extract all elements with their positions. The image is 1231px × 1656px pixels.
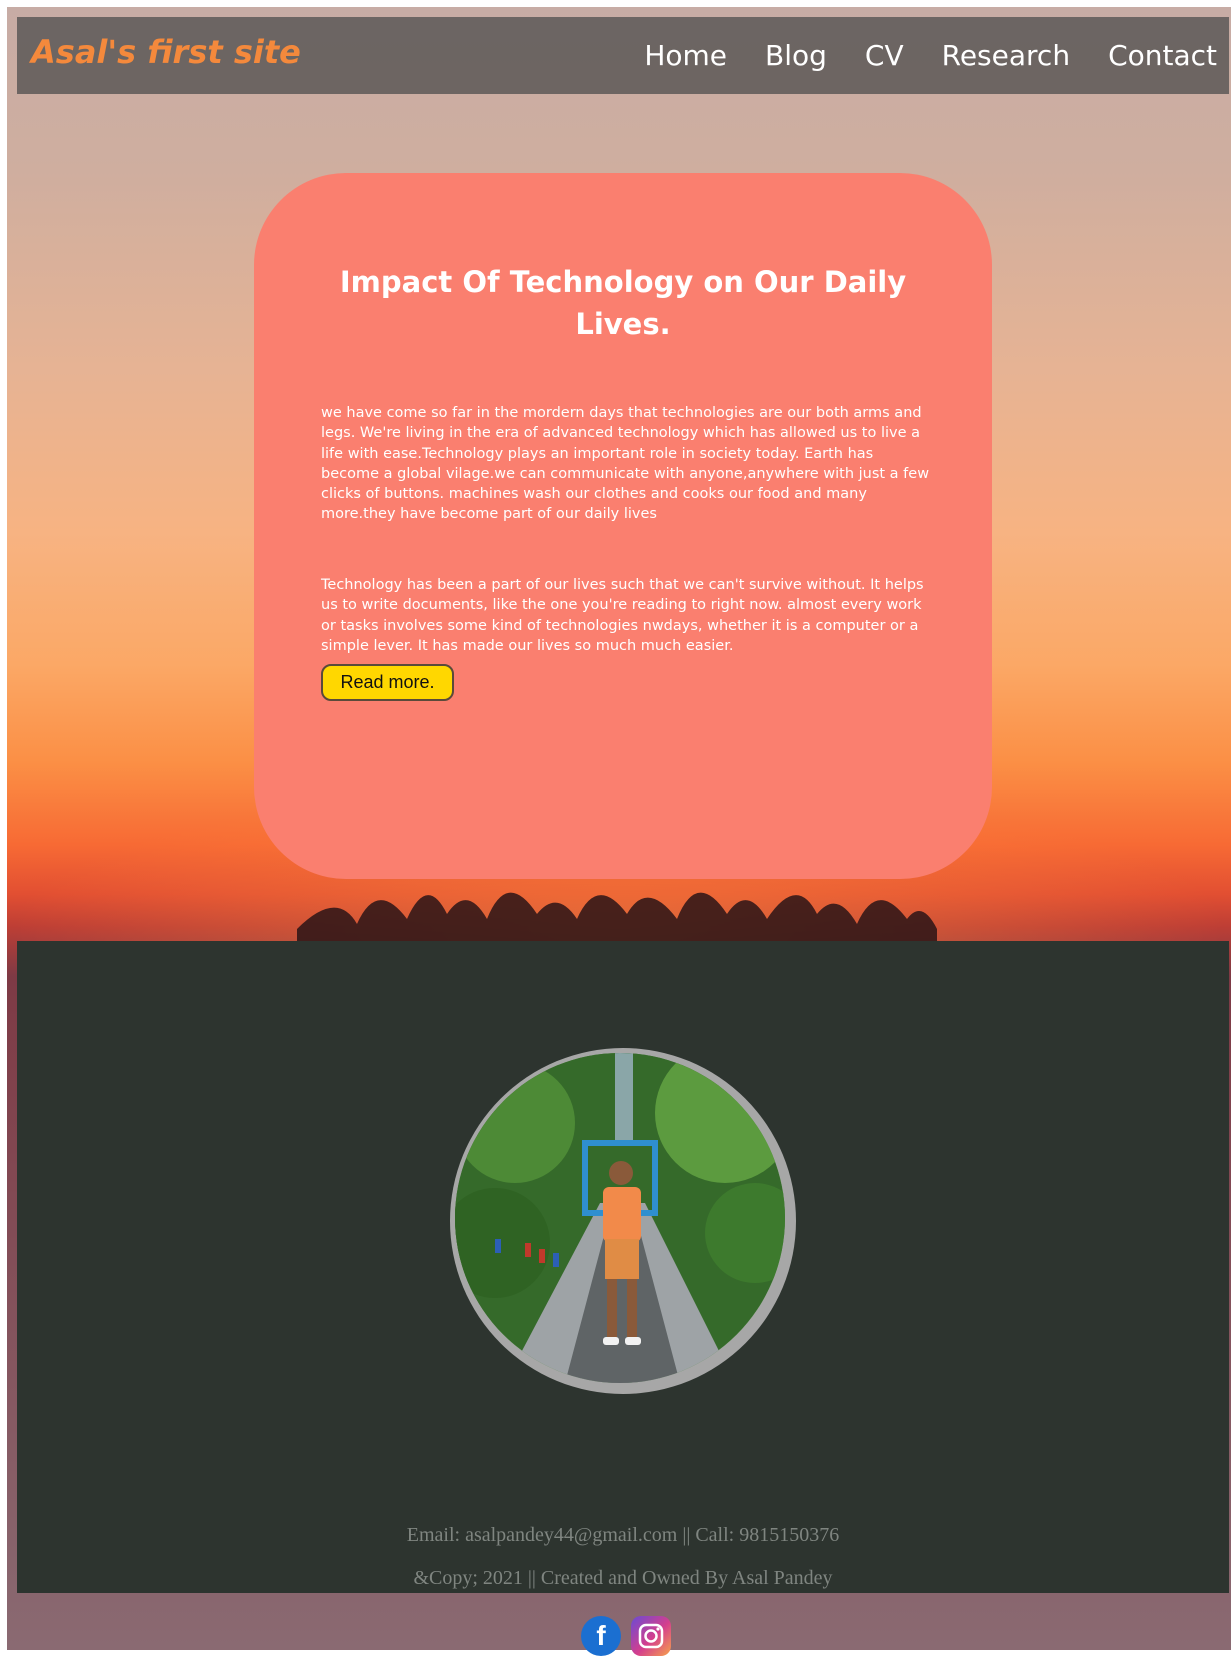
facebook-icon[interactable]: f [581, 1616, 621, 1656]
profile-photo-frame [450, 1048, 796, 1394]
article-paragraph-2: Technology has been a part of our lives … [321, 577, 924, 654]
nav-contact[interactable]: Contact [1108, 39, 1217, 72]
social-links: f [581, 1616, 671, 1656]
instagram-glyph [638, 1623, 664, 1649]
nav-home[interactable]: Home [644, 39, 727, 72]
nav-links: Home Blog CV Research Contact [644, 39, 1217, 72]
contact-info: Email: asalpandey44@gmail.com || Call: 9… [406, 1524, 840, 1546]
copyright-text: &Copy; 2021 || Created and Owned By Asal… [413, 1567, 833, 1589]
nav-blog[interactable]: Blog [765, 39, 827, 72]
profile-photo [455, 1053, 785, 1383]
read-more-button[interactable]: Read more. [321, 664, 454, 701]
article-card: Impact Of Technology on Our Daily Lives.… [254, 173, 992, 879]
instagram-icon[interactable] [631, 1616, 671, 1656]
tree-silhouette [297, 892, 937, 949]
nav-research[interactable]: Research [942, 39, 1070, 72]
article-paragraph-1: we have come so far in the mordern days … [321, 405, 930, 523]
article-title: Impact Of Technology on Our Daily Lives. [339, 265, 907, 341]
nav-cv[interactable]: CV [865, 39, 904, 72]
site-brand[interactable]: Asal's first site [31, 33, 301, 71]
footer: Email: asalpandey44@gmail.com || Call: 9… [17, 941, 1229, 1593]
profile-photo-illustration [455, 1053, 785, 1383]
page-background: Asal's first site Home Blog CV Research … [7, 7, 1231, 1650]
top-navbar: Asal's first site Home Blog CV Research … [17, 17, 1229, 94]
